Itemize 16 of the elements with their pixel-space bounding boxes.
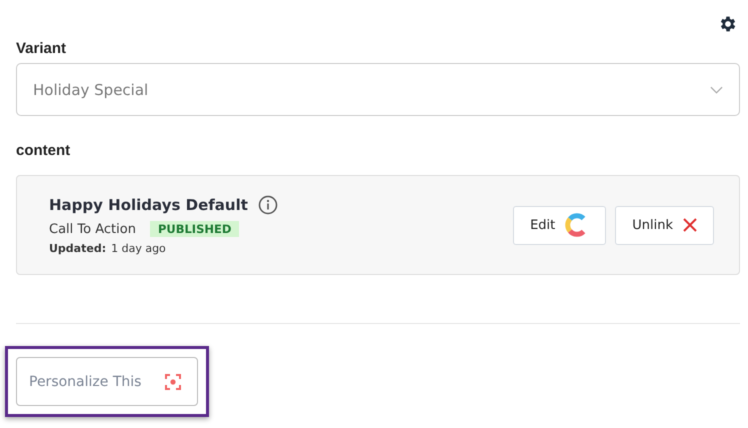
entry-title: Happy Holidays Default [49, 196, 248, 214]
edit-button[interactable]: Edit [513, 206, 606, 244]
updated-value: 1 day ago [111, 242, 166, 255]
chevron-down-icon [710, 86, 723, 94]
entry-type: Call To Action [49, 222, 136, 236]
personalize-button[interactable]: Personalize This [16, 357, 198, 406]
info-icon[interactable] [258, 195, 278, 215]
target-icon [165, 374, 181, 390]
settings-icon[interactable] [718, 14, 738, 34]
field-label: Variant [16, 40, 68, 57]
section-heading: content [16, 142, 72, 159]
unlink-button[interactable]: Unlink [615, 206, 714, 244]
status-badge: PUBLISHED [150, 221, 240, 237]
variant-dropdown[interactable]: Holiday Special [16, 63, 740, 116]
updated-label: Updated: [49, 242, 106, 255]
close-icon [683, 218, 697, 232]
